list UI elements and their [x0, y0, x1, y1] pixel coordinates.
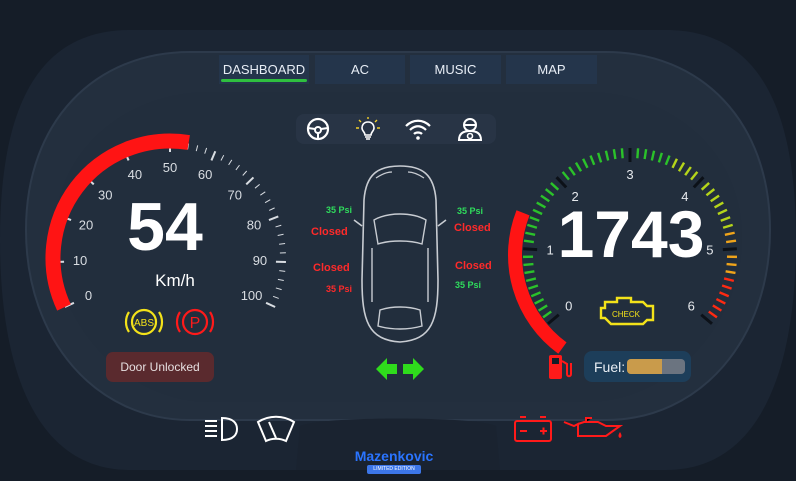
rpm-tick	[722, 247, 737, 252]
abs-warning-icon: ABS	[124, 308, 164, 336]
rpm-tick	[542, 310, 552, 319]
rpm-tick	[620, 148, 624, 159]
tire-rl-pressure: 35 Psi	[326, 284, 353, 294]
rpm-tick	[544, 188, 555, 197]
rpm-tick	[684, 166, 692, 176]
rpm-tick	[561, 171, 570, 181]
car-top-view-icon	[353, 165, 447, 343]
rpm-tick	[725, 270, 736, 275]
rpm-tick	[536, 201, 547, 209]
rpm-tick	[700, 313, 713, 325]
rpm-tick	[722, 223, 734, 229]
rpm-tick	[671, 158, 678, 169]
rpm-tick	[712, 304, 723, 312]
rpm-tick	[523, 247, 538, 252]
rpm-tick	[547, 313, 560, 325]
fuel-label: Fuel:	[594, 359, 626, 375]
rpm-tick	[657, 152, 664, 163]
abs-label: ABS	[134, 318, 154, 329]
rpm-tick	[528, 284, 539, 290]
rpm-tick-label: 0	[565, 298, 572, 313]
brand-logo: Mazenkovic	[354, 448, 434, 464]
tire-fl-pressure: 35 Psi	[326, 205, 353, 215]
rpm-tick	[708, 310, 718, 319]
turn-signal-icon	[376, 358, 424, 380]
tire-fr-pressure: 35 Psi	[457, 206, 484, 216]
rpm-tick	[692, 176, 705, 189]
rpm-tick	[529, 216, 540, 222]
rpm-tick	[664, 155, 671, 166]
rpm-tick	[568, 166, 576, 176]
rpm-tick	[537, 304, 548, 312]
oil-pressure-icon	[563, 417, 624, 438]
tire-fr-status: Closed	[454, 222, 491, 234]
rpm-tick-label: 6	[688, 298, 695, 313]
rpm-tick	[534, 297, 545, 305]
headlight-icon[interactable]	[202, 414, 240, 444]
rpm-tick	[589, 155, 596, 166]
rpm-tick	[574, 162, 583, 172]
parking-label: P	[190, 315, 201, 332]
rpm-tick	[723, 277, 735, 283]
tire-rr-status: Closed	[455, 260, 492, 272]
fuel-gauge: Fuel:	[584, 351, 691, 382]
rpm-tick	[715, 297, 726, 305]
tire-rl-status: Closed	[313, 262, 350, 274]
door-status-badge[interactable]: Door Unlocked	[106, 352, 214, 382]
rpm-tick	[524, 270, 535, 275]
rpm-tick	[719, 291, 730, 298]
rpm-tick	[523, 239, 535, 244]
rpm-tick	[677, 162, 686, 172]
rpm-tick	[596, 152, 603, 163]
check-engine-icon: CHECK	[599, 296, 655, 326]
rpm-tick	[523, 262, 534, 267]
battery-warning-icon	[514, 416, 552, 442]
rpm-tick	[650, 150, 656, 161]
rpm-tick	[705, 188, 716, 197]
rpm-tick	[525, 277, 537, 283]
parking-brake-icon: P	[175, 308, 215, 336]
rpm-tick	[555, 176, 568, 189]
fuel-level-bar	[627, 359, 662, 374]
rpm-tick	[724, 231, 735, 237]
windshield-wiper-icon[interactable]	[255, 414, 297, 444]
tire-fl-status: Closed	[311, 226, 348, 238]
rpm-tick	[690, 171, 699, 181]
rpm-tick	[726, 262, 737, 267]
rpm-tick	[725, 239, 737, 244]
rpm-tick	[721, 284, 732, 290]
rpm-tick	[612, 149, 617, 160]
fuel-pump-icon	[549, 355, 572, 379]
rpm-value: 1743	[557, 197, 705, 271]
rpm-tick	[700, 182, 710, 191]
brand-edition: LIMITED EDITION	[367, 465, 421, 474]
rpm-tick	[636, 148, 640, 159]
rpm-tick-label: 3	[626, 167, 633, 182]
rpm-tick	[643, 149, 648, 160]
fuel-level-track	[627, 359, 685, 374]
rpm-tick	[526, 223, 538, 229]
dashboard-screen: DASHBOARD AC MUSIC MAP 0 10 20 30 40 50 …	[0, 0, 796, 481]
rpm-tick	[532, 208, 543, 216]
rpm-tick	[550, 182, 560, 191]
rpm-tick	[720, 216, 731, 222]
rpm-tick	[604, 150, 610, 161]
check-engine-label: CHECK	[612, 310, 641, 319]
rpm-tick	[525, 231, 536, 237]
tire-rr-pressure: 35 Psi	[455, 280, 482, 290]
rpm-tick	[530, 291, 541, 298]
rpm-tick	[717, 208, 728, 216]
rpm-tick	[582, 158, 589, 169]
